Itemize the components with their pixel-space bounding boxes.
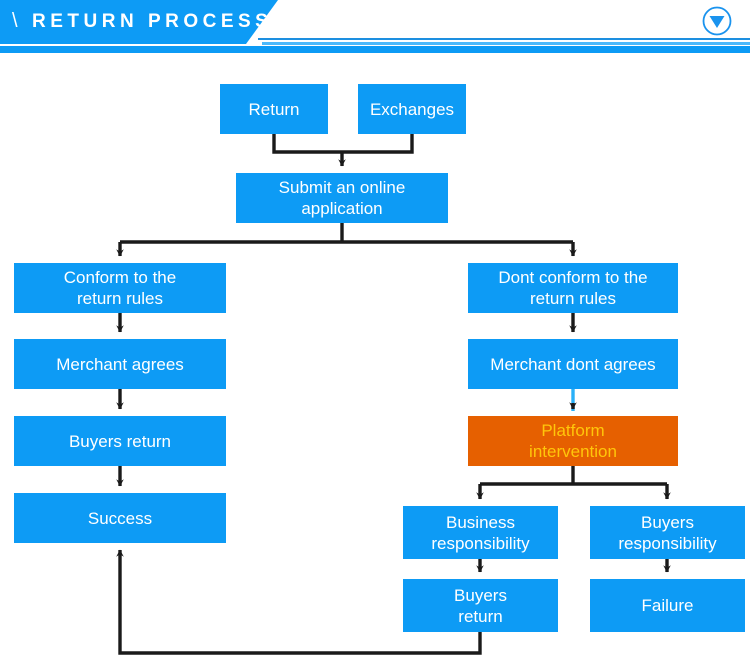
node-merchant-dont-agrees-label: Merchant dont agrees <box>490 354 656 374</box>
node-merchant-dont-agrees[interactable]: Merchant dont agrees <box>468 339 678 389</box>
node-platform-line1: Platform <box>541 421 605 440</box>
node-business-resp-line2: responsibility <box>431 533 530 553</box>
node-buyers-resp-line2: responsibility <box>618 533 717 553</box>
node-business-responsibility[interactable]: Business responsibility <box>403 506 558 559</box>
node-merchant-agrees-label: Merchant agrees <box>56 354 184 374</box>
node-dont-conform-line1: Dont conform to the <box>498 268 648 287</box>
node-dont-conform-to-return-rules[interactable]: Dont conform to the return rules <box>468 263 678 313</box>
node-exchanges[interactable]: Exchanges <box>358 84 466 134</box>
node-buyers-return-left[interactable]: Buyers return <box>14 416 226 466</box>
header-rule-light <box>262 42 750 45</box>
node-business-resp-line1: Business <box>446 512 515 532</box>
node-platform-intervention[interactable]: Platform intervention <box>468 416 678 466</box>
node-success-label: Success <box>87 508 153 528</box>
node-submit-line2: application <box>301 199 383 218</box>
node-exchanges-label: Exchanges <box>369 99 455 119</box>
node-buyers-responsibility[interactable]: Buyers responsibility <box>590 506 745 559</box>
node-buyers-resp-line1: Buyers <box>641 512 694 532</box>
node-conform-line1: Conform to the <box>63 268 177 287</box>
node-success[interactable]: Success <box>14 493 226 543</box>
node-return[interactable]: Return <box>220 84 328 134</box>
node-buyers-return-right[interactable]: Buyers return <box>403 579 558 632</box>
node-submit-application[interactable]: Submit an online application <box>236 173 448 223</box>
header-rule-dark <box>258 38 750 40</box>
node-merchant-agrees[interactable]: Merchant agrees <box>14 339 226 389</box>
chevron-down-circle-icon[interactable] <box>701 5 733 37</box>
node-buyers-return-right-line1: Buyers <box>454 585 507 605</box>
node-buyers-return-right-line2: return <box>458 606 503 626</box>
node-platform-line2: intervention <box>529 442 617 461</box>
node-submit-line1: Submit an online <box>278 178 406 197</box>
node-dont-conform-line2: return rules <box>530 289 616 308</box>
node-failure-label: Failure <box>641 596 694 615</box>
return-process-flowchart: Return Exchanges Submit an online applic… <box>0 56 750 665</box>
page-header: \ RETURN PROCESS <box>0 0 750 56</box>
node-conform-to-return-rules[interactable]: Conform to the return rules <box>14 263 226 313</box>
node-failure[interactable]: Failure <box>590 579 745 632</box>
header-slash-decoration: \ <box>12 10 18 32</box>
node-buyers-return-left-label: Buyers return <box>68 431 172 451</box>
node-conform-line2: return rules <box>77 289 163 308</box>
page-title: RETURN PROCESS <box>32 11 273 32</box>
node-return-label: Return <box>248 99 300 119</box>
header-bottom-bar <box>0 46 750 53</box>
